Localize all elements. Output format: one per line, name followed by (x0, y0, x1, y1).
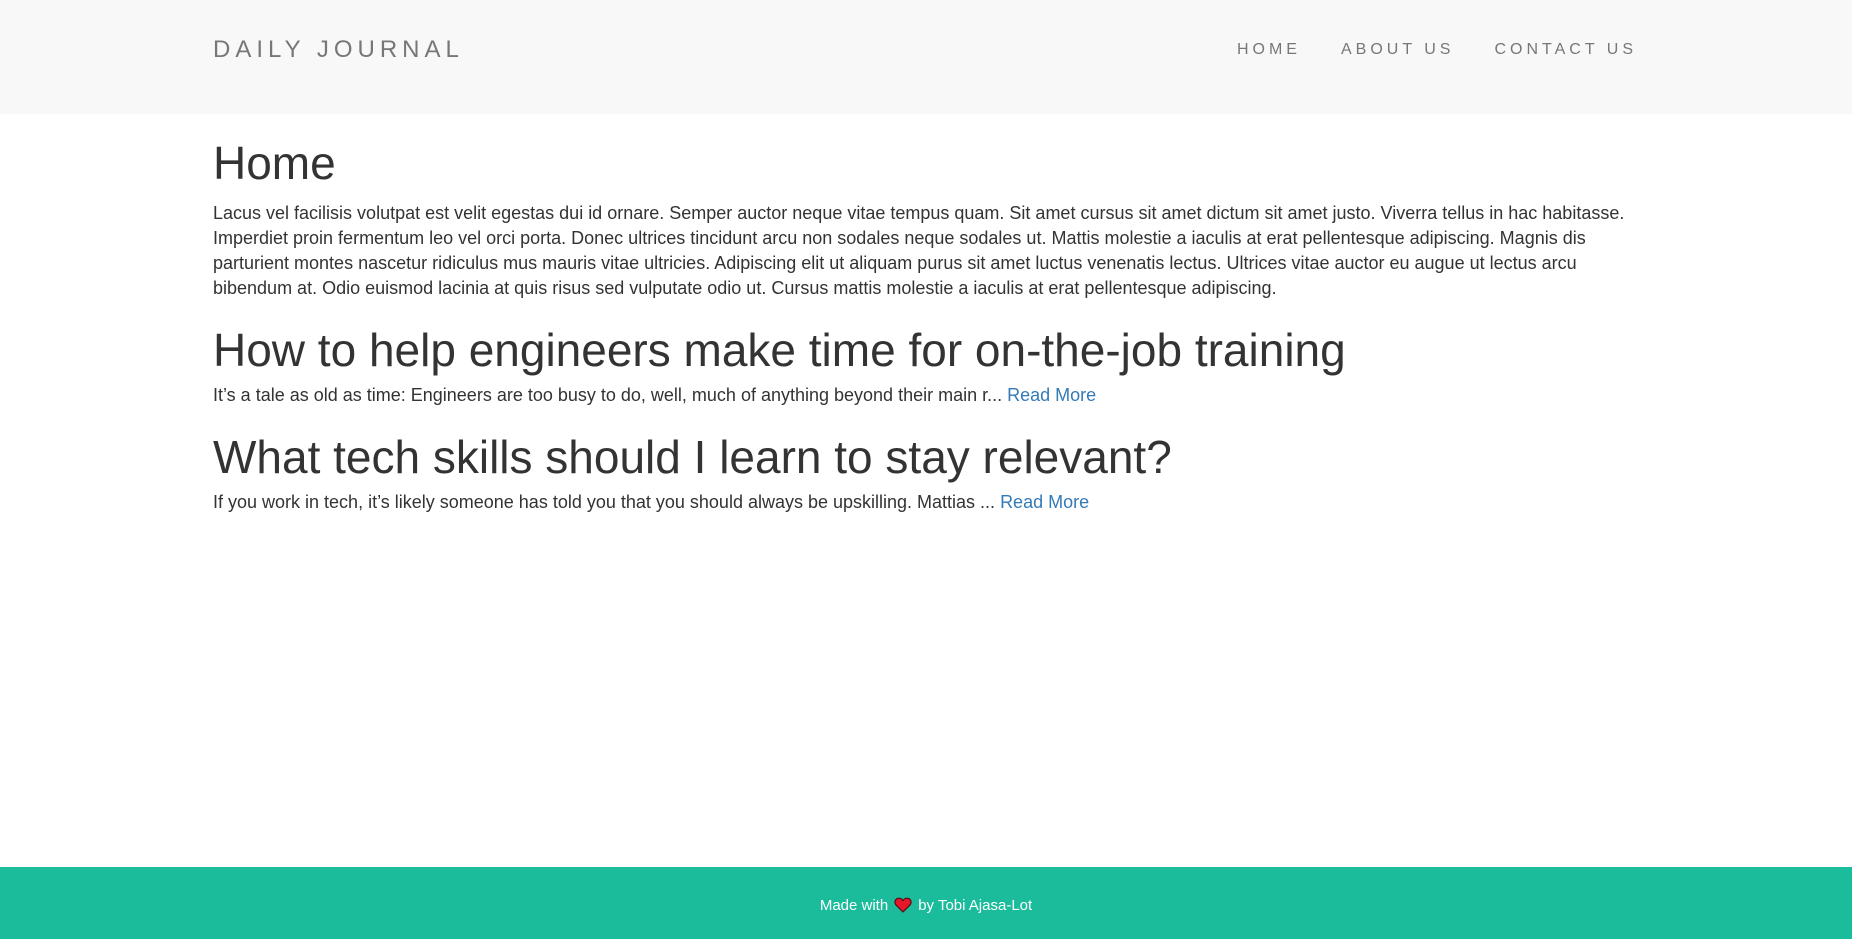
heart-icon (894, 897, 912, 913)
read-more-link[interactable]: Read More (1000, 492, 1089, 512)
nav-menu: HOME ABOUT US CONTACT US (1197, 40, 1637, 60)
nav-item-home: HOME (1237, 40, 1301, 60)
main-content: Home Lacus vel facilisis volutpat est ve… (213, 130, 1641, 515)
nav-item-about: ABOUT US (1341, 40, 1455, 60)
post-item: How to help engineers make time for on-t… (213, 321, 1641, 408)
post-title: What tech skills should I learn to stay … (213, 431, 1172, 483)
page-title: Home (213, 137, 336, 189)
navbar: DAILY JOURNAL HOME ABOUT US CONTACT US (0, 0, 1852, 114)
nav-link-home[interactable]: HOME (1237, 41, 1301, 58)
post-title: How to help engineers make time for on-t… (213, 324, 1346, 376)
footer-author: by Tobi Ajasa-Lot (918, 896, 1033, 914)
nav-item-contact: CONTACT US (1494, 40, 1637, 60)
post-excerpt: It’s a tale as old as time: Engineers ar… (213, 383, 1641, 408)
read-more-link[interactable]: Read More (1007, 385, 1096, 405)
post-excerpt-text: If you work in tech, it’s likely someone… (213, 492, 1001, 512)
post-excerpt: If you work in tech, it’s likely someone… (213, 490, 1641, 515)
post-item: What tech skills should I learn to stay … (213, 428, 1641, 515)
footer-prefix: Made with (819, 896, 889, 914)
footer: Made with by Tobi Ajasa-Lot (0, 867, 1852, 939)
brand-link[interactable]: DAILY JOURNAL (213, 36, 464, 64)
intro-paragraph: Lacus vel facilisis volutpat est velit e… (213, 203, 1625, 298)
post-excerpt-text: It’s a tale as old as time: Engineers ar… (213, 385, 1008, 405)
nav-link-contact[interactable]: CONTACT US (1494, 41, 1637, 58)
nav-link-about[interactable]: ABOUT US (1341, 41, 1455, 58)
